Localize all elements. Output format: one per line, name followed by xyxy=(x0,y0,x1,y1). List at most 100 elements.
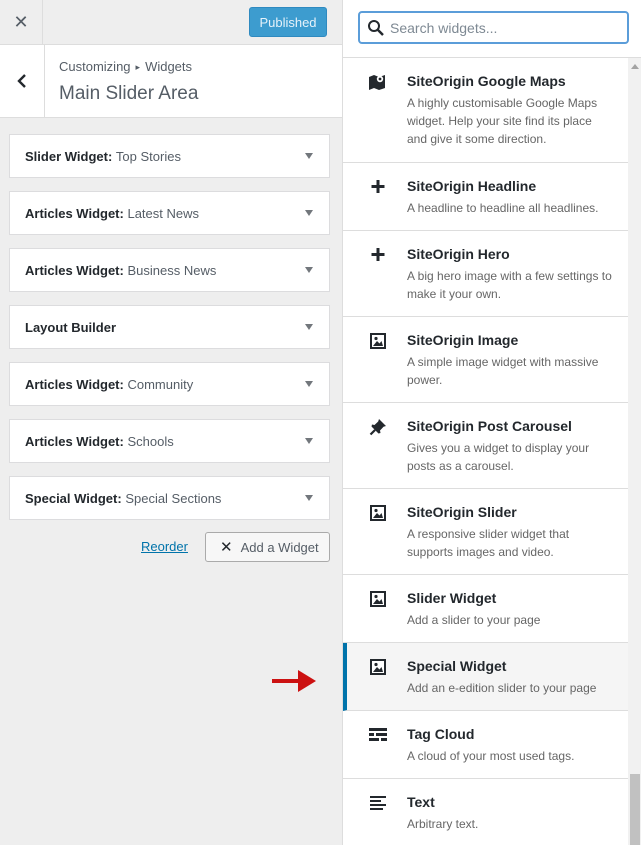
available-widget-item[interactable]: Slider Widget Add a slider to your page xyxy=(343,575,628,643)
area-widget-row[interactable]: Articles Widget: Latest News xyxy=(9,191,330,235)
close-customizer-button[interactable]: ✕ xyxy=(0,0,43,44)
breadcrumb-leaf: Widgets xyxy=(145,59,193,74)
area-widget-title: Layout Builder xyxy=(25,320,116,335)
area-widget-row[interactable]: Special Widget: Special Sections xyxy=(9,476,330,520)
available-widget-description: A big hero image with a few settings to … xyxy=(407,269,612,301)
pin-icon xyxy=(368,417,388,437)
close-icon: ✕ xyxy=(220,539,233,556)
caret-down-icon[interactable] xyxy=(305,153,313,159)
available-widget-item[interactable]: SiteOrigin Image A simple image widget wi… xyxy=(343,317,628,403)
area-widget-title: Slider Widget: Top Stories xyxy=(25,149,181,164)
area-widget-title: Articles Widget: Community xyxy=(25,377,193,392)
image-icon xyxy=(368,589,388,609)
area-widget-instance-name: Latest News xyxy=(127,206,200,221)
plus-icon xyxy=(368,245,388,265)
scroll-up-icon[interactable] xyxy=(631,64,639,69)
available-widget-name: SiteOrigin Slider xyxy=(407,504,517,520)
area-widget-row[interactable]: Articles Widget: Community xyxy=(9,362,330,406)
breadcrumb-root: Customizing xyxy=(59,59,131,74)
area-widget-list: Slider Widget: Top Stories Articles Widge… xyxy=(9,134,330,533)
breadcrumb: Customizing ▸ Widgets xyxy=(59,59,192,74)
reorder-link[interactable]: Reorder xyxy=(141,539,188,554)
available-widget-name: SiteOrigin Post Carousel xyxy=(407,418,572,434)
area-widget-row[interactable]: Articles Widget: Business News xyxy=(9,248,330,292)
widget-search-bar xyxy=(343,0,641,58)
area-widget-instance-name: Schools xyxy=(127,434,174,449)
area-widget-instance-name: Business News xyxy=(127,263,217,278)
plus-icon xyxy=(368,177,388,197)
close-icon: ✕ xyxy=(13,11,29,32)
area-widget-row[interactable]: Slider Widget: Top Stories xyxy=(9,134,330,178)
search-icon xyxy=(368,20,384,36)
area-widget-title: Articles Widget: Latest News xyxy=(25,206,199,221)
available-widget-item[interactable]: Special Widget Add an e-edition slider to… xyxy=(343,643,628,711)
scroll-thumb[interactable] xyxy=(630,774,640,845)
caret-down-icon[interactable] xyxy=(305,438,313,444)
image-icon xyxy=(368,503,388,523)
area-widget-type: Articles Widget: xyxy=(25,377,124,392)
area-widget-row[interactable]: Articles Widget: Schools xyxy=(9,419,330,463)
available-widget-description: Add a slider to your page xyxy=(407,613,541,627)
available-widget-item[interactable]: SiteOrigin Slider A responsive slider wid… xyxy=(343,489,628,575)
available-widget-item[interactable]: Text Arbitrary text. xyxy=(343,779,628,845)
breadcrumb-separator-icon: ▸ xyxy=(135,62,141,72)
area-widget-title: Articles Widget: Schools xyxy=(25,434,174,449)
back-button[interactable] xyxy=(0,45,45,117)
available-widgets-panel: SiteOrigin Google Maps A highly customisa… xyxy=(342,0,641,845)
image-icon xyxy=(368,657,388,677)
available-widget-name: Slider Widget xyxy=(407,590,497,606)
caret-down-icon[interactable] xyxy=(305,324,313,330)
available-widget-name: SiteOrigin Image xyxy=(407,332,519,348)
text-icon xyxy=(368,793,388,813)
search-box xyxy=(358,11,629,44)
available-widget-item[interactable]: SiteOrigin Google Maps A highly customisa… xyxy=(343,58,628,163)
available-widget-item[interactable]: Tag Cloud A cloud of your most used tags. xyxy=(343,711,628,779)
search-widgets-input[interactable] xyxy=(390,16,622,40)
caret-down-icon[interactable] xyxy=(305,267,313,273)
area-widget-title: Special Widget: Special Sections xyxy=(25,491,221,506)
available-widget-description: A headline to headline all headlines. xyxy=(407,201,599,215)
available-widget-list: SiteOrigin Google Maps A highly customisa… xyxy=(343,58,628,845)
available-widget-item[interactable]: SiteOrigin Hero A big hero image with a f… xyxy=(343,231,628,317)
area-widget-type: Articles Widget: xyxy=(25,206,124,221)
available-widget-name: Tag Cloud xyxy=(407,726,475,742)
section-title: Main Slider Area xyxy=(59,83,199,104)
customizer-header: ✕ Published xyxy=(0,0,342,45)
add-widget-button[interactable]: ✕ Add a Widget xyxy=(205,532,330,562)
area-widget-row[interactable]: Layout Builder xyxy=(9,305,330,349)
scrollbar[interactable] xyxy=(628,58,641,845)
available-widget-item[interactable]: SiteOrigin Post Carousel Gives you a widg… xyxy=(343,403,628,489)
section-header: Customizing ▸ Widgets Main Slider Area xyxy=(0,45,342,118)
caret-down-icon[interactable] xyxy=(305,381,313,387)
available-widget-description: Arbitrary text. xyxy=(407,817,479,831)
area-widget-type: Slider Widget: xyxy=(25,149,113,164)
available-widget-name: Text xyxy=(407,794,435,810)
image-icon xyxy=(368,331,388,351)
available-widget-item[interactable]: SiteOrigin Headline A headline to headlin… xyxy=(343,163,628,231)
available-widget-description: A cloud of your most used tags. xyxy=(407,749,575,763)
area-widget-type: Layout Builder xyxy=(25,320,117,335)
area-widget-type: Special Widget: xyxy=(25,491,122,506)
available-widget-name: SiteOrigin Headline xyxy=(407,178,537,194)
map-icon xyxy=(368,72,388,92)
area-widget-instance-name: Top Stories xyxy=(115,149,181,164)
area-widget-instance-name: Special Sections xyxy=(125,491,222,506)
available-widget-name: Special Widget xyxy=(407,658,507,674)
available-widget-description: Gives you a widget to display your posts… xyxy=(407,441,590,473)
publish-button[interactable]: Published xyxy=(249,7,327,37)
caret-down-icon[interactable] xyxy=(305,495,313,501)
available-widget-description: Add an e-edition slider to your page xyxy=(407,681,597,695)
chevron-left-icon xyxy=(17,74,26,88)
customizer-panel: ✕ Published Customizing ▸ Widgets Main Sli… xyxy=(0,0,342,845)
tag-cloud-icon xyxy=(368,725,388,745)
area-widget-instance-name: Community xyxy=(127,377,194,392)
available-widget-description: A highly customisable Google Maps widget… xyxy=(407,96,598,146)
pointer-arrow-icon xyxy=(272,670,316,692)
available-widget-name: SiteOrigin Google Maps xyxy=(407,73,566,89)
area-widget-title: Articles Widget: Business News xyxy=(25,263,216,278)
available-widget-description: A simple image widget with massive power… xyxy=(407,355,599,387)
area-widget-type: Articles Widget: xyxy=(25,434,124,449)
caret-down-icon[interactable] xyxy=(305,210,313,216)
available-widget-name: SiteOrigin Hero xyxy=(407,246,510,262)
publish-button-label: Published xyxy=(259,14,317,30)
